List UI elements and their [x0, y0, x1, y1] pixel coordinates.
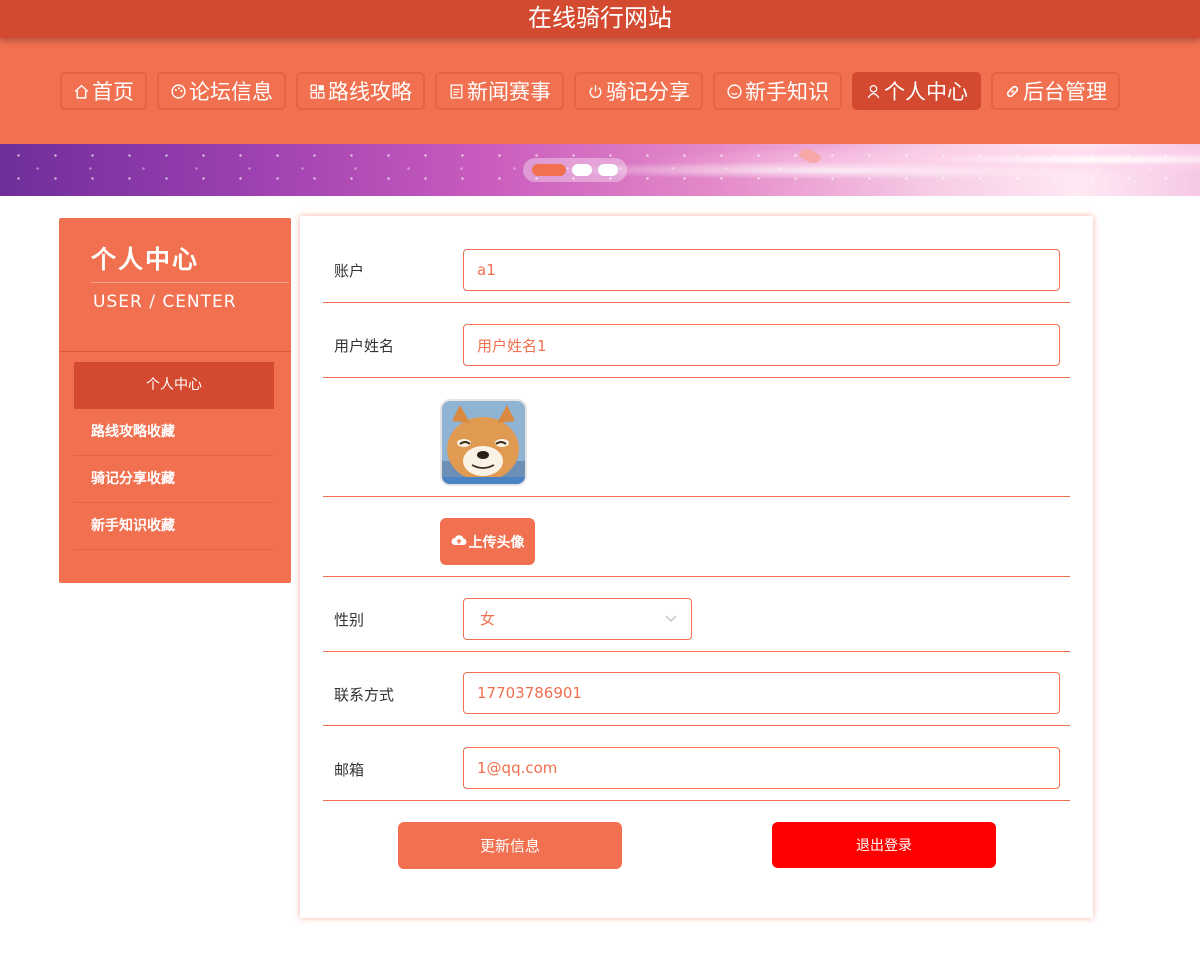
form-row-phone: 联系方式 [323, 652, 1070, 726]
form-row-gender: 性别 女 [323, 577, 1070, 652]
nav-item-personal-center[interactable]: 个人中心 [852, 72, 981, 110]
avatar [440, 399, 527, 486]
nav-item-home[interactable]: 首页 [60, 72, 147, 110]
power-icon [587, 83, 604, 100]
phone-input[interactable] [463, 672, 1060, 714]
form-row-upload [323, 497, 1070, 577]
carousel-dot-3[interactable] [598, 164, 618, 176]
nav-item-label: 新闻赛事 [467, 80, 551, 104]
nav-item-ride-share[interactable]: 骑记分享 [574, 72, 703, 110]
phone-label: 联系方式 [334, 686, 395, 704]
chevron-down-icon [665, 599, 677, 655]
gender-label: 性别 [334, 611, 365, 629]
nav-item-label: 首页 [92, 80, 134, 104]
document-icon [448, 83, 465, 100]
divider [59, 351, 291, 352]
nav-item-beginner[interactable]: 新手知识 [713, 72, 842, 110]
smile-icon [726, 83, 743, 100]
form-row-username: 用户姓名 [323, 303, 1070, 378]
nav-item-label: 论坛信息 [189, 80, 273, 104]
user-icon [865, 83, 882, 100]
grid-icon [309, 83, 326, 100]
form-row-account: 账户 [323, 240, 1070, 303]
account-label: 账户 [334, 262, 365, 280]
nav-item-forum[interactable]: 论坛信息 [157, 72, 286, 110]
divider [91, 282, 289, 283]
carousel-dot-2[interactable] [572, 164, 592, 176]
sidebar-item-ride-favorites[interactable]: 骑记分享收藏 [74, 456, 274, 503]
sidebar-item-route-favorites[interactable]: 路线攻略收藏 [74, 409, 274, 456]
palette-icon [170, 83, 187, 100]
username-input[interactable] [463, 324, 1060, 366]
email-input[interactable] [463, 747, 1060, 789]
email-label: 邮箱 [334, 761, 365, 779]
gender-selected-value: 女 [480, 610, 496, 628]
nav-item-label: 骑记分享 [606, 80, 690, 104]
site-title: 在线骑行网站 [528, 4, 672, 32]
sidebar-menu: 个人中心 路线攻略收藏 骑记分享收藏 新手知识收藏 [74, 362, 274, 550]
username-label: 用户姓名 [334, 337, 395, 355]
banner-carousel [0, 144, 1200, 196]
carousel-dot-1[interactable] [532, 164, 566, 176]
sidebar-title: 个人中心 [91, 245, 200, 274]
sidebar: 个人中心 USER / CENTER 个人中心 路线攻略收藏 骑记分享收藏 新手… [59, 218, 291, 583]
upload-avatar-button[interactable]: 上传头像 [440, 518, 535, 565]
sidebar-item-personal-center[interactable]: 个人中心 [74, 362, 274, 409]
sidebar-item-beginner-favorites[interactable]: 新手知识收藏 [74, 503, 274, 550]
gender-select[interactable]: 女 [463, 598, 692, 640]
update-info-button[interactable]: 更新信息 [398, 822, 622, 869]
account-input[interactable] [463, 249, 1060, 291]
nav-item-admin[interactable]: 后台管理 [991, 72, 1120, 110]
nav-item-label: 新手知识 [745, 80, 829, 104]
profile-form-panel: 账户 用户姓名 上传头像 性别 女 [300, 216, 1093, 918]
link-icon [1004, 83, 1021, 100]
carousel-indicator [523, 158, 627, 182]
sidebar-subtitle: USER / CENTER [93, 292, 237, 312]
form-row-avatar [323, 378, 1070, 497]
nav-item-label: 个人中心 [884, 80, 968, 104]
main-nav: 首页 论坛信息 路线攻略 新闻赛事 骑记分享 新手知识 个人中心 后台管理 [0, 38, 1200, 144]
cloud-upload-icon [451, 533, 467, 551]
nav-item-routes[interactable]: 路线攻略 [296, 72, 425, 110]
form-row-email: 邮箱 [323, 726, 1070, 801]
nav-item-news[interactable]: 新闻赛事 [435, 72, 564, 110]
nav-item-label: 路线攻略 [328, 80, 412, 104]
site-title-bar: 在线骑行网站 [0, 0, 1200, 38]
nav-item-label: 后台管理 [1023, 80, 1107, 104]
upload-avatar-label: 上传头像 [468, 534, 525, 551]
home-icon [73, 83, 90, 100]
logout-button[interactable]: 退出登录 [772, 822, 996, 868]
